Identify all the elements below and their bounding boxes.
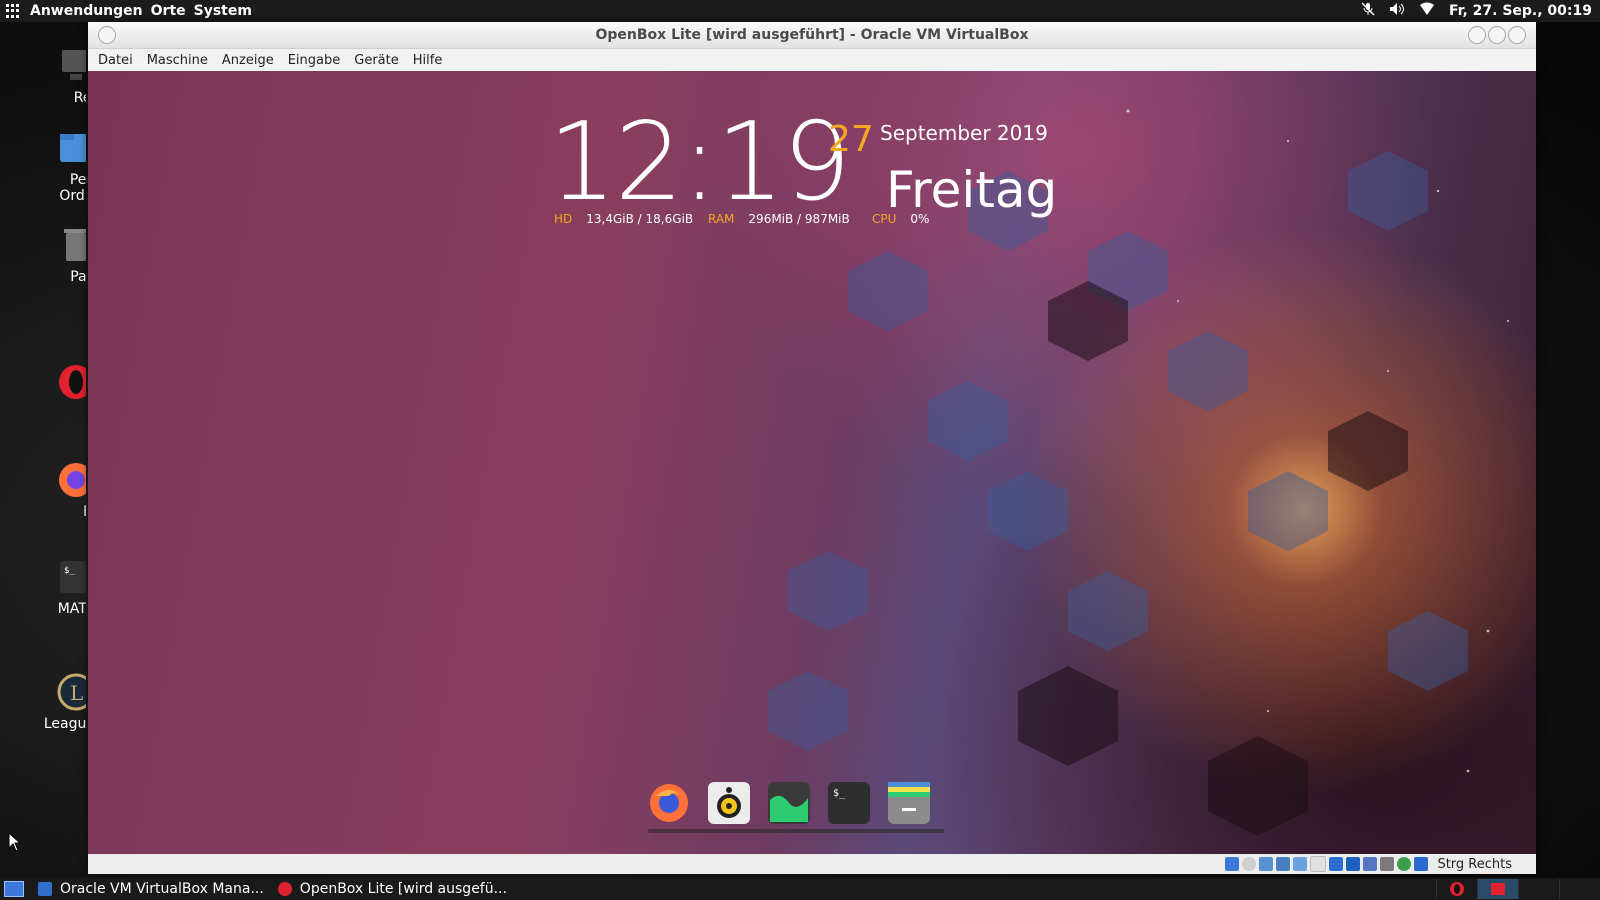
desktop-icon-computer[interactable]: Rech [0, 46, 86, 106]
taskbar-item-label: Oracle VM VirtualBox Mana... [60, 881, 264, 897]
tray-opera-icon[interactable] [1436, 879, 1477, 899]
stat-ram-label: RAM [708, 212, 735, 226]
mouse-cursor-icon [8, 832, 22, 852]
show-desktop-button[interactable] [4, 881, 24, 897]
stat-hd-label: HD [554, 212, 573, 226]
league-of-legends-icon: L [56, 672, 86, 712]
stat-ram: RAM 296MiB / 987MiB [708, 212, 850, 226]
desktop-icon-label: Ordner [59, 188, 86, 204]
menu-geraete[interactable]: Geräte [354, 53, 398, 68]
svg-text:$_: $_ [64, 566, 75, 576]
system-tray: Fr, 27. Sep., 00:19 [1361, 0, 1592, 22]
usb-icon[interactable] [1293, 857, 1308, 871]
dock-shelf [648, 829, 944, 833]
taskbar-item-virtualbox-manager[interactable]: Oracle VM VirtualBox Mana... [38, 881, 264, 897]
guest-dock: $_ [648, 776, 930, 830]
taskbar-item-label: OpenBox Lite [wird ausgefü... [299, 881, 507, 897]
computer-icon [56, 46, 86, 86]
menu-maschine[interactable]: Maschine [147, 53, 208, 68]
workspace-1[interactable] [1477, 879, 1518, 899]
display-icon[interactable] [1329, 857, 1344, 871]
desktop-icon-home[interactable]: Persö Ordner [0, 128, 86, 204]
menu-system[interactable]: System [194, 3, 252, 19]
desktop-icon-label: Fire [22, 504, 86, 520]
desktop-icon-firefox[interactable]: Fire [0, 460, 86, 520]
vbox-statusbar: Strg Rechts [88, 854, 1536, 874]
stat-ram-value: 296MiB / 987MiB [748, 212, 850, 226]
window-titlebar[interactable]: OpenBox Lite [wird ausgeführt] - Oracle … [88, 22, 1536, 49]
cpu-icon[interactable] [1380, 857, 1395, 871]
stat-cpu: CPU 0% [872, 212, 929, 226]
guest-clock-time: 12:19 [548, 100, 851, 225]
desktop-icon-league[interactable]: L League o [0, 672, 86, 732]
desktop-icon-terminal[interactable]: $_ MATE-T [0, 557, 86, 617]
optical-icon[interactable] [1242, 857, 1257, 871]
svg-text:$_: $_ [833, 788, 846, 799]
menu-eingabe[interactable]: Eingabe [288, 53, 341, 68]
mic-muted-icon[interactable] [1361, 2, 1375, 20]
apps-grid-icon[interactable] [6, 4, 20, 18]
firefox-icon [56, 460, 86, 500]
trash-icon [56, 225, 86, 265]
vbox-menubar: Datei Maschine Anzeige Eingabe Geräte Hi… [88, 49, 1536, 72]
window-title: OpenBox Lite [wird ausgeführt] - Oracle … [595, 27, 1029, 43]
vrde-icon[interactable] [1363, 857, 1378, 871]
guest-screen[interactable]: 12:19 27 September 2019 Freitag HD 13,4Gi… [88, 71, 1536, 854]
firefox-icon[interactable] [648, 782, 690, 824]
bottom-taskbar: Oracle VM VirtualBox Mana... OpenBox Lit… [0, 878, 1600, 900]
desktop-icon-label: Rech [73, 90, 86, 106]
guest-clock-weekday: Freitag [886, 161, 1058, 219]
stat-cpu-label: CPU [872, 212, 897, 226]
audio-icon[interactable] [1259, 857, 1274, 871]
hdd-icon[interactable] [1225, 857, 1240, 871]
guest-clock-month-year: September 2019 [880, 121, 1048, 145]
image-viewer-icon[interactable] [768, 782, 810, 824]
volume-icon[interactable] [1389, 2, 1405, 20]
top-panel: Anwendungen Orte System Fr, 27. Sep., 00… [0, 0, 1600, 22]
openbox-vm-icon [277, 882, 292, 896]
desktop-icon-trash[interactable]: Papie [0, 225, 86, 285]
stat-hd: HD 13,4GiB / 18,6GiB [554, 212, 693, 226]
guest-clock-day: 27 [828, 119, 874, 160]
menu-applications[interactable]: Anwendungen [30, 3, 143, 19]
window-controls [1468, 26, 1526, 44]
workspace-2[interactable] [1518, 879, 1559, 899]
shared-folders-icon[interactable] [1310, 856, 1327, 872]
virtualbox-window: OpenBox Lite [wird ausgeführt] - Oracle … [88, 22, 1536, 874]
menu-anzeige[interactable]: Anzeige [222, 53, 274, 68]
desktop-icon-label: Papie [70, 269, 86, 285]
rhythmbox-icon[interactable] [708, 782, 750, 824]
close-button[interactable] [1508, 26, 1526, 44]
desktop-icon-label: Persö [69, 172, 86, 188]
desktop-icon-label: Op [22, 406, 86, 422]
maximize-button[interactable] [1488, 26, 1506, 44]
host-key-label: Strg Rechts [1437, 856, 1512, 872]
workspace-3[interactable] [1559, 879, 1600, 899]
stat-cpu-value: 0% [910, 212, 930, 226]
minimize-button[interactable] [1468, 26, 1486, 44]
recording-icon[interactable] [1346, 857, 1361, 871]
menu-places[interactable]: Orte [151, 3, 186, 19]
menu-hilfe[interactable]: Hilfe [413, 53, 443, 68]
menu-datei[interactable]: Datei [98, 53, 133, 68]
window-menu-button[interactable] [98, 26, 116, 44]
opera-icon [56, 362, 86, 402]
svg-text:L: L [70, 681, 83, 705]
virtualbox-icon [38, 882, 52, 896]
network-icon[interactable] [1276, 857, 1291, 871]
desktop-icon-label: League o [43, 716, 86, 732]
terminal-icon: $_ [56, 557, 86, 597]
mouse-integration-icon[interactable] [1397, 857, 1412, 871]
home-folder-icon [56, 128, 86, 168]
desktop-icon-label: MATE-T [57, 601, 86, 617]
terminal-icon[interactable]: $_ [828, 782, 870, 824]
workspace-switcher [1436, 878, 1600, 900]
wifi-icon[interactable] [1419, 2, 1435, 20]
stat-hd-value: 13,4GiB / 18,6GiB [586, 212, 694, 226]
keyboard-icon[interactable] [1414, 857, 1429, 871]
top-panel-clock[interactable]: Fr, 27. Sep., 00:19 [1449, 3, 1592, 19]
taskbar-item-openbox-vm[interactable]: OpenBox Lite [wird ausgefü... [277, 881, 507, 897]
file-manager-icon[interactable] [888, 782, 930, 824]
desktop-icon-opera[interactable]: Op [0, 362, 86, 422]
